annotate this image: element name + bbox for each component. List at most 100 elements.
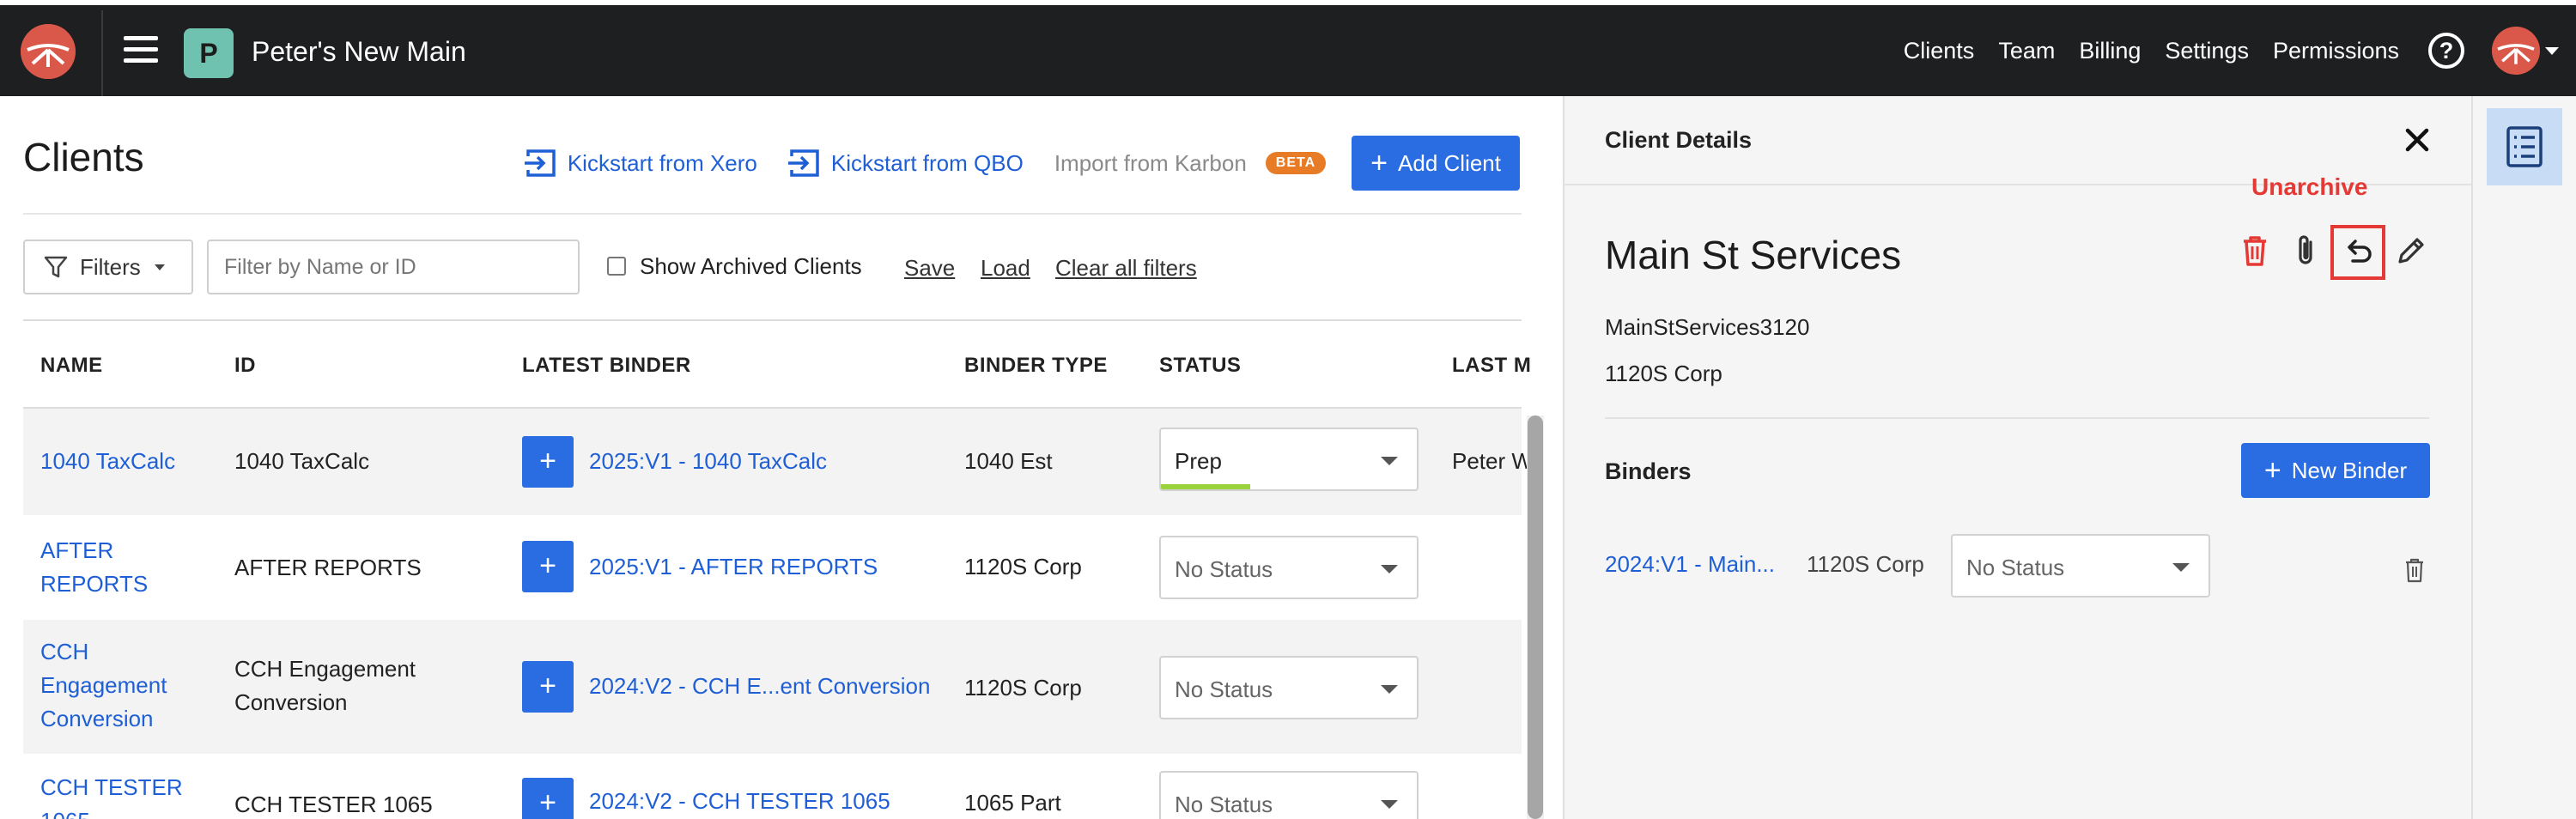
status-value: No Status — [1966, 555, 2065, 580]
binders-heading: Binders — [1605, 458, 1692, 484]
client-id: AFTER REPORTS — [234, 555, 422, 580]
add-binder-button[interactable]: + — [522, 541, 574, 592]
beta-badge: BETA — [1265, 152, 1327, 174]
plus-icon: + — [1370, 147, 1388, 179]
close-icon[interactable] — [2396, 118, 2439, 161]
client-details-panel: Client Details Unarchive Main St Service… — [1563, 96, 2473, 819]
status-dropdown[interactable]: No Status — [1159, 656, 1419, 719]
column-header-latest-binder[interactable]: LATEST BINDER — [522, 354, 691, 378]
nav-permissions[interactable]: Permissions — [2273, 38, 2399, 64]
filters-dropdown[interactable]: Filters — [23, 240, 193, 294]
caret-down-icon — [154, 264, 165, 270]
app-logo-icon[interactable] — [21, 24, 76, 79]
status-dropdown[interactable]: No Status — [1159, 771, 1419, 819]
column-header-name[interactable]: NAME — [40, 354, 103, 378]
save-filter-link[interactable]: Save — [904, 255, 955, 282]
filter-bar: Filters Show Archived Clients Save Load … — [23, 240, 1522, 296]
unarchive-icon[interactable] — [2339, 232, 2377, 270]
status-dropdown[interactable]: No Status — [1159, 536, 1419, 599]
status-value: Prep — [1175, 448, 1222, 474]
details-header: Client Details — [1564, 96, 2471, 185]
page-title: Clients — [23, 135, 144, 179]
client-name: Main St Services — [1605, 233, 1902, 277]
import-arrow-icon — [787, 149, 819, 177]
client-name-link[interactable]: AFTER REPORTS — [40, 534, 148, 601]
chevron-down-icon — [1381, 685, 1398, 694]
hamburger-menu-icon[interactable] — [124, 36, 158, 65]
import-karbon-button[interactable]: Import from Karbon — [1054, 150, 1247, 177]
table-row[interactable]: 1040 TaxCalc 1040 TaxCalc + 2025:V1 - 10… — [23, 409, 1533, 515]
status-value: No Status — [1175, 556, 1273, 582]
show-archived-label[interactable]: Show Archived Clients — [640, 253, 862, 280]
chevron-down-icon — [2172, 563, 2190, 572]
workspace-name[interactable]: Peter's New Main — [252, 36, 466, 68]
nav-settings[interactable]: Settings — [2165, 38, 2249, 64]
latest-binder-link[interactable]: 2024:V2 - CCH E...ent Conversion — [589, 673, 930, 700]
status-dropdown[interactable]: Prep — [1159, 428, 1419, 491]
user-avatar-icon[interactable] — [2492, 27, 2540, 75]
topbar-divider — [101, 10, 103, 96]
add-binder-button[interactable]: + — [522, 436, 574, 488]
column-header-id[interactable]: ID — [234, 354, 256, 378]
column-header-status[interactable]: STATUS — [1159, 354, 1241, 378]
table-row[interactable]: AFTER REPORTS AFTER REPORTS + 2025:V1 - … — [23, 515, 1522, 620]
status-progress-bar — [1161, 484, 1251, 489]
binder-type: 1120S Corp — [964, 675, 1082, 701]
plus-icon: + — [2263, 454, 2281, 487]
binder-type: 1065 Part — [964, 790, 1061, 816]
table-row[interactable]: CCH Engagement Conversion CCH Engagement… — [23, 620, 1522, 754]
trash-icon[interactable] — [2403, 556, 2427, 584]
scrollbar-thumb[interactable] — [1528, 416, 1543, 819]
client-name-link[interactable]: CCH TESTER 1065 — [40, 771, 183, 819]
details-title: Client Details — [1605, 127, 1753, 153]
client-details-toggle[interactable] — [2487, 108, 2562, 185]
client-name-link[interactable]: 1040 TaxCalc — [40, 445, 175, 478]
nav-clients[interactable]: Clients — [1904, 38, 1975, 64]
show-archived-checkbox[interactable] — [607, 257, 626, 276]
document-list-icon — [2506, 126, 2543, 167]
binder-link[interactable]: 2024:V1 - Main... — [1605, 551, 1775, 578]
filter-name-id-input[interactable] — [207, 240, 580, 294]
table-row[interactable]: CCH TESTER 1065 CCH TESTER 1065 + 2024:V… — [23, 754, 1522, 819]
add-binder-button[interactable]: + — [522, 661, 574, 713]
right-rail — [2473, 96, 2576, 819]
new-binder-button[interactable]: + New Binder — [2241, 443, 2430, 498]
chevron-down-icon — [1381, 565, 1398, 573]
divider — [1605, 417, 2429, 419]
client-type-value: 1120S Corp — [1605, 361, 1722, 386]
funnel-icon — [44, 256, 68, 278]
latest-binder-link[interactable]: 2025:V1 - 1040 TaxCalc — [589, 448, 827, 475]
latest-binder-link[interactable]: 2025:V1 - AFTER REPORTS — [589, 554, 878, 580]
client-name-link[interactable]: CCH Engagement Conversion — [40, 635, 167, 736]
last-modified-by: Peter W — [1452, 448, 1533, 474]
load-filter-link[interactable]: Load — [981, 255, 1030, 282]
kickstart-xero-button[interactable]: Kickstart from Xero — [523, 148, 757, 179]
top-navigation-bar: P Peter's New Main Clients Team Billing … — [0, 0, 2576, 96]
new-binder-label: New Binder — [2291, 457, 2408, 483]
binder-status-dropdown[interactable]: No Status — [1951, 534, 2210, 598]
nav-team[interactable]: Team — [1998, 38, 2055, 64]
column-header-binder-type[interactable]: BINDER TYPE — [964, 354, 1108, 378]
column-header-last-modified[interactable]: LAST M — [1452, 354, 1531, 378]
add-binder-button[interactable]: + — [522, 778, 574, 819]
nav-billing[interactable]: Billing — [2079, 38, 2141, 64]
clear-filters-link[interactable]: Clear all filters — [1055, 255, 1197, 282]
binder-type: 1120S Corp — [1807, 551, 1924, 577]
paperclip-icon[interactable] — [2287, 232, 2325, 270]
client-id: CCH TESTER 1065 — [234, 792, 433, 817]
filters-label: Filters — [80, 253, 141, 280]
kickstart-qbo-button[interactable]: Kickstart from QBO — [787, 148, 1024, 179]
workspace-avatar[interactable]: P — [184, 28, 234, 78]
help-icon[interactable]: ? — [2428, 33, 2464, 69]
add-client-label: Add Client — [1398, 149, 1501, 176]
clients-panel: Clients Kickstart from Xero Kickstart fr… — [0, 96, 1546, 819]
chevron-down-icon[interactable] — [2545, 46, 2559, 55]
divider — [23, 213, 1522, 215]
chevron-down-icon — [1381, 800, 1398, 809]
pencil-icon[interactable] — [2392, 232, 2430, 270]
add-client-button[interactable]: + Add Client — [1352, 136, 1520, 191]
latest-binder-link[interactable]: 2024:V2 - CCH TESTER 1065 — [589, 788, 890, 815]
client-id: CCH Engagement Conversion — [234, 656, 416, 715]
import-arrow-icon — [524, 149, 556, 177]
trash-icon[interactable] — [2236, 232, 2274, 270]
